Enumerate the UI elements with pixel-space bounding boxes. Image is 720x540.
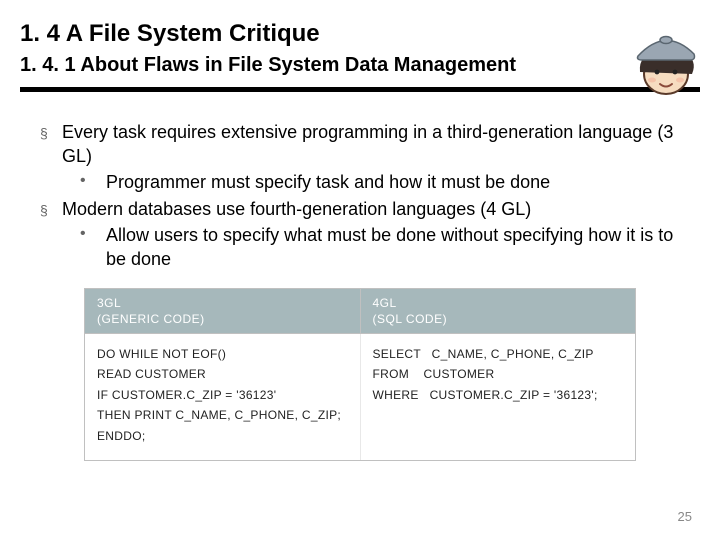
title-block: 1. 4 A File System Critique 1. 4. 1 Abou… — [0, 0, 720, 92]
title-divider — [20, 87, 700, 92]
content-area: § Every task requires extensive programm… — [0, 100, 720, 461]
header-line1: 4GL — [373, 295, 624, 311]
bullet-text: Allow users to specify what must be done… — [106, 223, 680, 272]
header-line2: (SQL CODE) — [373, 311, 624, 327]
slide-title: 1. 4 A File System Critique — [20, 20, 700, 49]
table-header-4gl: 4GL (SQL CODE) — [360, 289, 636, 333]
bullet-text: Programmer must specify task and how it … — [106, 170, 680, 194]
bullet-item: • Allow users to specify what must be do… — [80, 223, 680, 272]
code-comparison-table: 3GL (GENERIC CODE) 4GL (SQL CODE) DO WHI… — [84, 288, 636, 461]
slide: 1. 4 A File System Critique 1. 4. 1 Abou… — [0, 0, 720, 540]
table-body-row: DO WHILE NOT EOF() READ CUSTOMER IF CUST… — [85, 334, 635, 460]
code-3gl: DO WHILE NOT EOF() READ CUSTOMER IF CUST… — [85, 334, 360, 460]
bullet-item: § Modern databases use fourth-generation… — [40, 197, 680, 221]
bullet-l1-icon: § — [40, 120, 62, 169]
bullet-item: § Every task requires extensive programm… — [40, 120, 680, 169]
slide-subtitle: 1. 4. 1 About Flaws in File System Data … — [20, 53, 700, 77]
bullet-item: • Programmer must specify task and how i… — [80, 170, 680, 194]
bullet-text: Every task requires extensive programmin… — [62, 120, 680, 169]
avatar — [632, 30, 700, 98]
bullet-l1-icon: § — [40, 197, 62, 221]
bullet-l2-icon: • — [80, 223, 106, 272]
bullet-l2-icon: • — [80, 170, 106, 194]
header-line1: 3GL — [97, 295, 348, 311]
header-line2: (GENERIC CODE) — [97, 311, 348, 327]
page-number: 25 — [678, 509, 692, 524]
code-4gl: SELECT C_NAME, C_PHONE, C_ZIP FROM CUSTO… — [360, 334, 636, 460]
table-header-row: 3GL (GENERIC CODE) 4GL (SQL CODE) — [85, 289, 635, 334]
bullet-text: Modern databases use fourth-generation l… — [62, 197, 680, 221]
table-header-3gl: 3GL (GENERIC CODE) — [85, 289, 360, 333]
